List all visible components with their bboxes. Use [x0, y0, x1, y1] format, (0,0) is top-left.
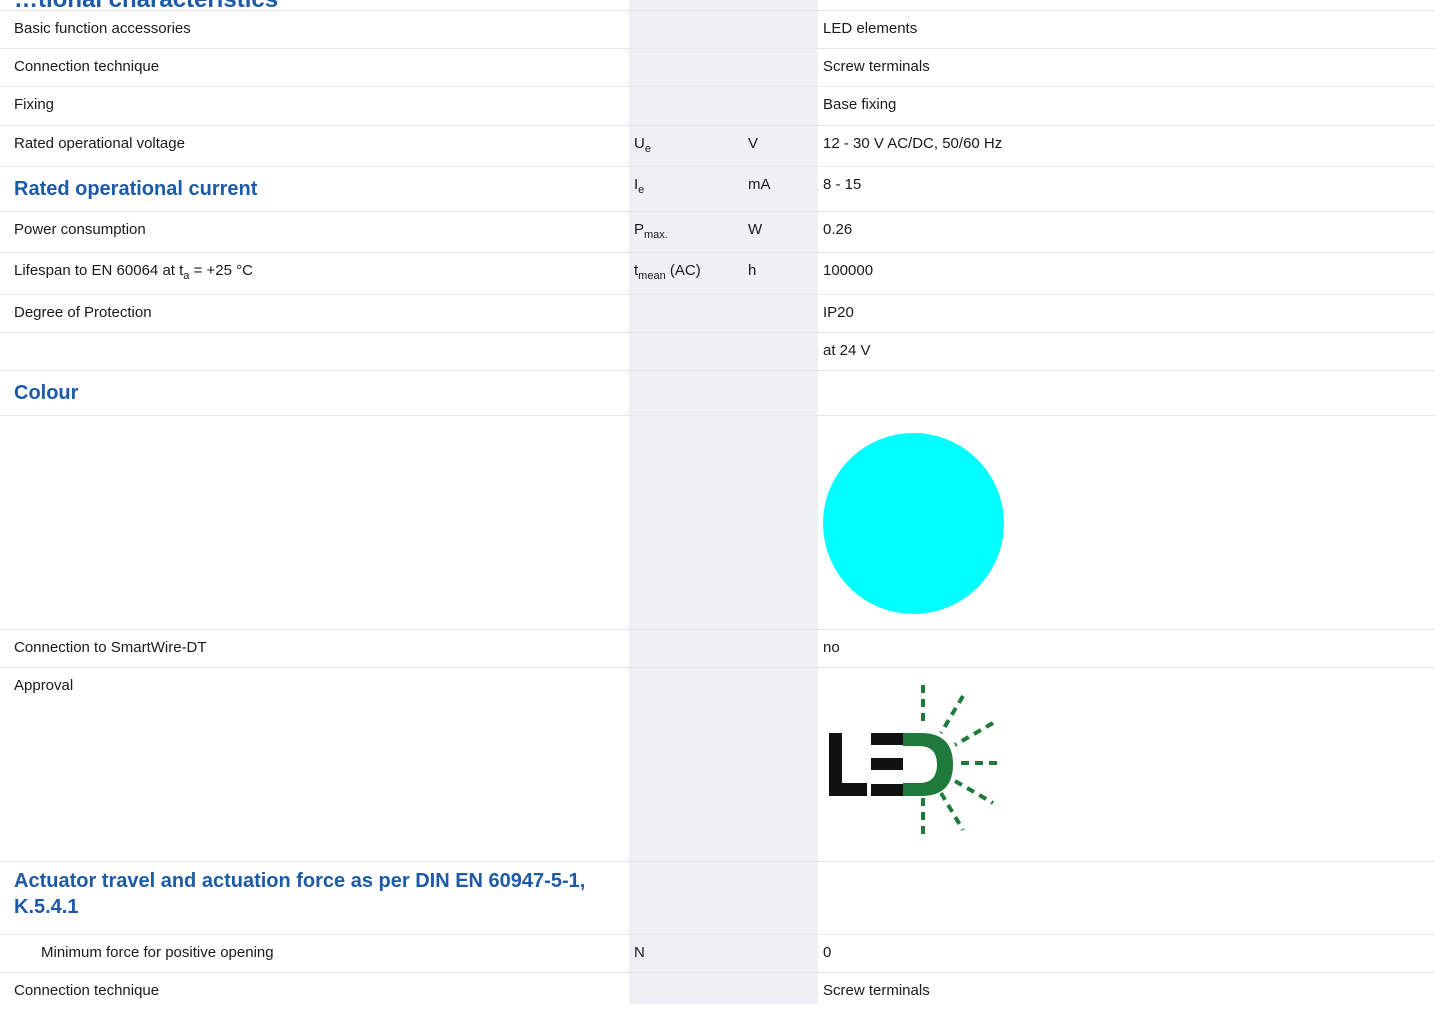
led-rays — [921, 685, 1003, 840]
row-label: Connection technique — [14, 982, 160, 999]
spec-row-rated-voltage: Rated operational voltage Ue V 12 - 30 V… — [0, 125, 1435, 166]
led-letter-d — [903, 733, 953, 796]
row-value: 8 - 15 — [823, 176, 862, 193]
row-label: Basic function accessories — [14, 20, 191, 37]
row-unit: V — [748, 135, 759, 152]
row-label: Minimum force for positive opening — [41, 944, 274, 961]
row-label: Power consumption — [14, 221, 146, 238]
row-unit: mA — [748, 176, 771, 193]
row-value: no — [823, 639, 840, 656]
row-value: 100000 — [823, 262, 874, 279]
row-label: Degree of Protection — [14, 304, 152, 321]
spec-row-colour-heading: Colour — [0, 370, 1435, 415]
symbol-sub: max. — [644, 229, 668, 241]
row-value: at 24 V — [823, 342, 871, 359]
spec-row-at-24v: at 24 V — [0, 332, 1435, 370]
led-approval-logo — [829, 685, 1003, 840]
row-label: Connection to SmartWire-DT — [14, 639, 207, 656]
row-symbol: Pmax. — [634, 212, 744, 241]
row-value: 0.26 — [823, 221, 853, 238]
row-symbol: N — [634, 944, 645, 961]
led-letter-e — [871, 733, 905, 796]
row-heading: Rated operational current — [14, 178, 258, 200]
row-value: IP20 — [823, 304, 854, 321]
row-label: Lifespan to EN 60064 at ta = +25 °C — [14, 253, 614, 282]
row-value: LED elements — [823, 20, 918, 37]
row-value: 12 - 30 V AC/DC, 50/60 Hz — [823, 135, 1003, 152]
section-title: …tional characteristics — [14, 0, 278, 10]
label-sub: a — [183, 270, 190, 282]
spec-row-colour-swatch — [0, 415, 1435, 629]
spec-row-rated-current: Rated operational current Ie mA 8 - 15 — [0, 166, 1435, 211]
symbol-post: (AC) — [665, 262, 701, 279]
spec-row-fixing: Fixing Base fixing — [0, 86, 1435, 125]
row-unit: W — [748, 221, 763, 238]
label-post: = +25 °C — [189, 262, 253, 279]
row-value: Base fixing — [823, 96, 897, 113]
spec-row-power-consumption: Power consumption Pmax. W 0.26 — [0, 211, 1435, 252]
spec-row-approval: Approval — [0, 667, 1435, 861]
spec-row-basic-function: Basic function accessories LED elements — [0, 10, 1435, 48]
row-unit: h — [748, 262, 757, 279]
symbol-sub: e — [644, 143, 651, 155]
row-label: Approval — [14, 677, 74, 694]
symbol-sub: e — [638, 184, 645, 196]
row-value: Screw terminals — [823, 58, 930, 75]
row-symbol: Ie — [634, 167, 744, 196]
spec-table: Basic function accessories LED elements … — [0, 10, 1435, 1010]
spec-row-smartwire: Connection to SmartWire-DT no — [0, 629, 1435, 667]
spec-row-min-force: Minimum force for positive opening N 0 — [0, 934, 1435, 972]
row-symbol: tmean (AC) — [634, 253, 744, 282]
label-main: Lifespan to EN 60064 at t — [14, 262, 184, 279]
spec-row-degree-protection: Degree of Protection IP20 — [0, 294, 1435, 332]
symbol-sub: mean — [638, 270, 666, 282]
row-label: Rated operational voltage — [14, 135, 185, 152]
row-label: Connection technique — [14, 58, 160, 75]
row-label: Fixing — [14, 96, 55, 113]
spec-row-connection-technique-2: Connection technique Screw terminals — [0, 972, 1435, 1010]
row-value: Screw terminals — [823, 982, 930, 999]
symbol-main: P — [634, 221, 645, 238]
spec-row-connection-technique: Connection technique Screw terminals — [0, 48, 1435, 86]
spec-row-actuator-heading: Actuator travel and actuation force as p… — [0, 861, 1435, 934]
colour-swatch — [823, 433, 1004, 614]
led-letter-l — [829, 733, 867, 796]
row-value: 0 — [823, 944, 832, 961]
row-heading: Actuator travel and actuation force as p… — [14, 870, 586, 918]
row-symbol: Ue — [634, 126, 744, 155]
symbol-main: U — [634, 135, 645, 152]
row-heading: Colour — [14, 382, 79, 404]
spec-row-lifespan: Lifespan to EN 60064 at ta = +25 °C tmea… — [0, 252, 1435, 294]
